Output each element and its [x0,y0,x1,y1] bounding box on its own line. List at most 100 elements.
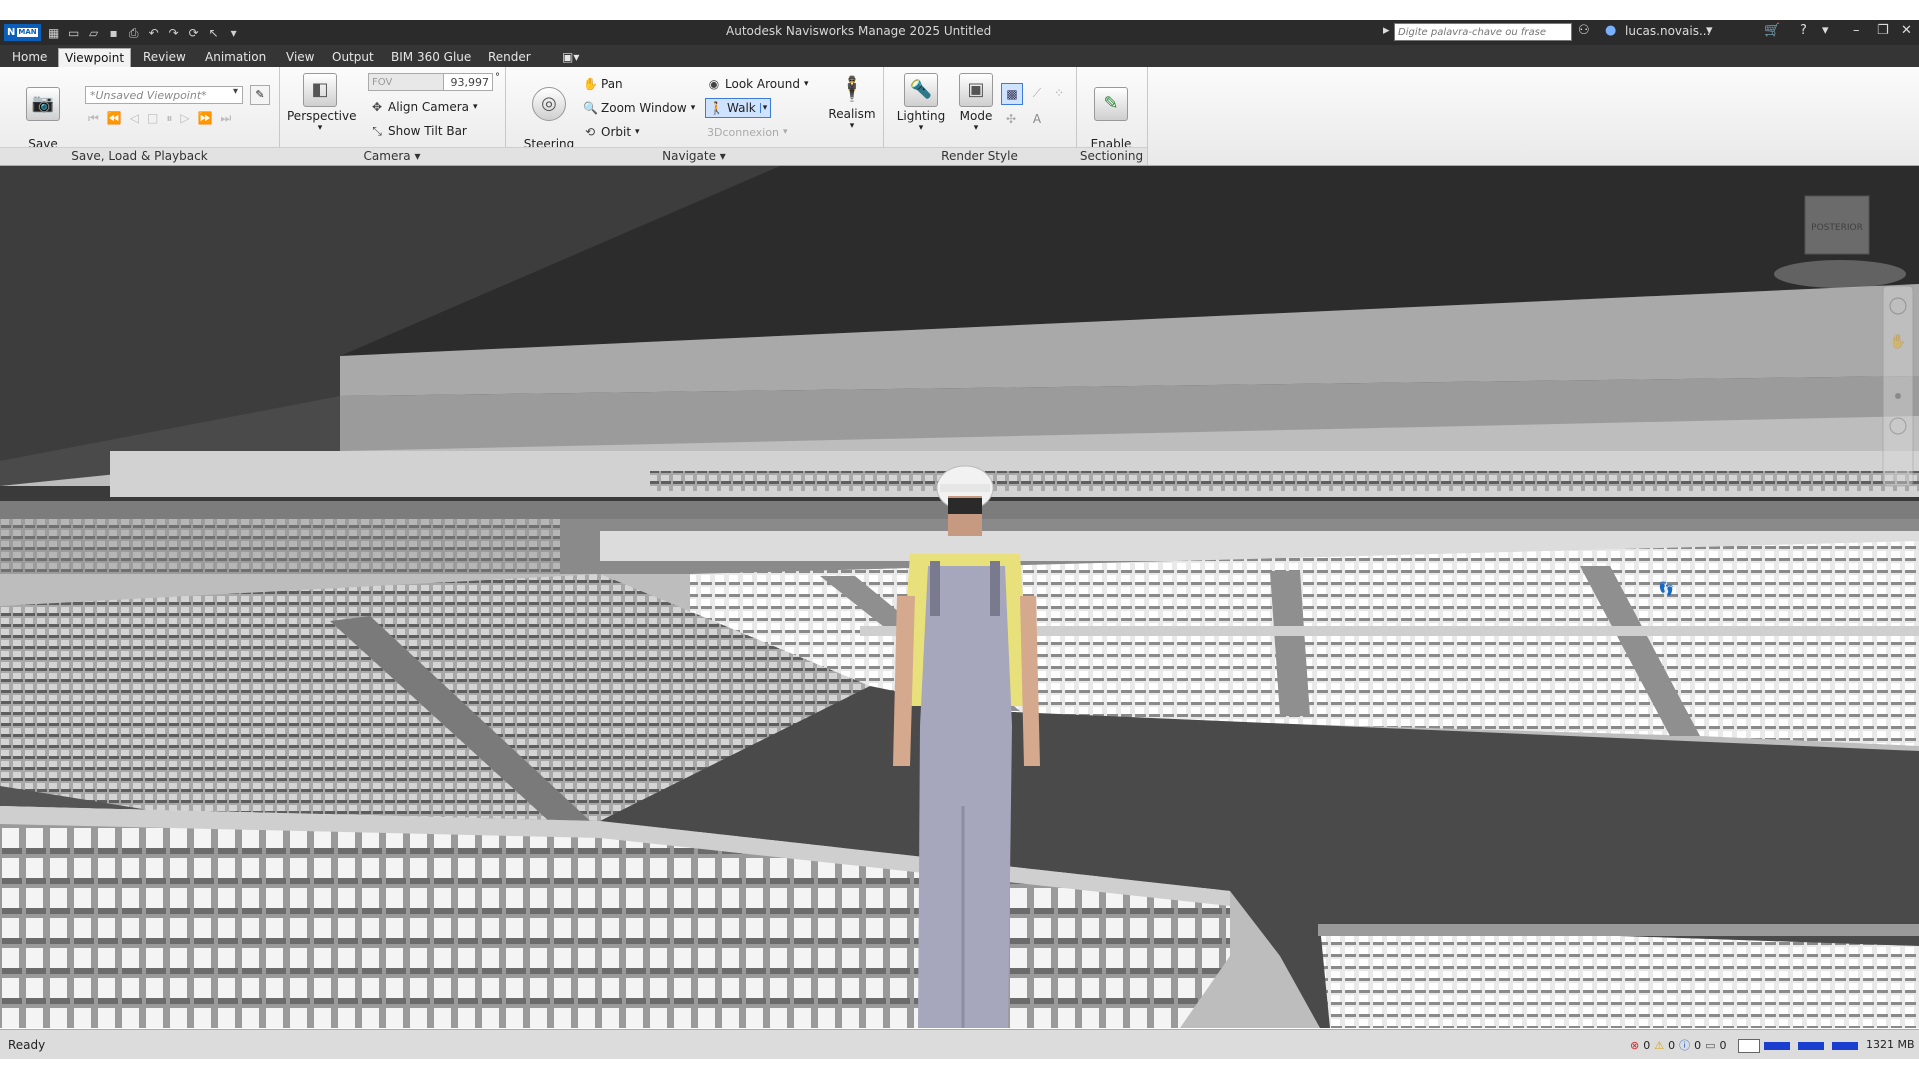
perspective-dropdown-icon[interactable]: ▾ [287,123,353,133]
tab-home[interactable]: Home [6,48,53,67]
show-tilt-bar-label: Show Tilt Bar [388,124,467,138]
snap-points-toggle-icon[interactable]: ✣ [1001,109,1021,129]
close-icon[interactable]: ✕ [1901,23,1912,38]
suite-windows-left [0,519,560,574]
walk-dropdown-icon[interactable]: ▾ [759,103,767,113]
align-camera-dropdown-icon[interactable]: ▾ [473,102,478,112]
points-toggle-icon[interactable]: ⁘ [1049,83,1069,103]
3dconnexion-button[interactable]: 3Dconnexion ▾ [707,122,788,142]
notes-count: 0 [1719,1038,1727,1052]
print-icon[interactable]: ⎙ [127,26,141,40]
user-name[interactable]: lucas.novais... [1625,24,1710,38]
realism-button[interactable]: 🕴 Realism ▾ [823,73,881,131]
search-expand-icon[interactable]: ▸ [1383,23,1390,38]
step-forward-icon[interactable]: ⏩ [198,111,213,126]
ribbon-tab-bar: Home Viewpoint Review Animation View Out… [0,45,1919,68]
sheet-browser-icon[interactable] [1738,1039,1760,1053]
viewpoint-dropdown-icon[interactable]: ▾ [233,86,238,97]
notes-icon[interactable]: ▭ [1705,1039,1715,1052]
help-icon[interactable]: ? [1800,23,1807,38]
tab-review[interactable]: Review [137,48,192,67]
binoculars-icon[interactable]: ⚇ [1578,23,1590,38]
tab-bim360-glue[interactable]: BIM 360 Glue [385,48,477,67]
realism-dropdown-icon[interactable]: ▾ [823,121,881,131]
stop-icon[interactable]: □ [147,111,158,126]
tab-viewpoint[interactable]: Viewpoint [58,48,132,68]
panel-title-text: Render Style [941,149,1018,163]
3dconnexion-label: 3Dconnexion [707,125,780,139]
save-icon[interactable]: ▪ [107,26,121,40]
play-reverse-icon[interactable]: ◁ [130,111,139,126]
3dconnexion-dropdown-icon[interactable]: ▾ [783,127,788,137]
zoom-window-button[interactable]: 🔍 Zoom Window ▾ [583,98,695,118]
orbit-dropdown-icon[interactable]: ▾ [635,127,640,137]
undo-icon[interactable]: ↶ [147,26,161,40]
status-bar: Ready ⊗ 0 ⚠ 0 ⓘ 0 ▭ 0 1321 MB [0,1029,1919,1060]
open-folder-icon[interactable]: ▱ [87,26,101,40]
mode-button[interactable]: ▣ Mode ▾ [953,73,999,133]
look-around-icon: ◉ [708,77,720,91]
orbit-button[interactable]: ⟲ Orbit ▾ [583,122,640,142]
user-icon: ● [1605,23,1617,38]
show-tilt-bar-button[interactable]: ⤡ Show Tilt Bar [370,121,467,141]
user-dropdown-icon[interactable]: ▾ [1706,23,1713,38]
mode-dropdown-icon[interactable]: ▾ [953,123,999,133]
restore-icon[interactable]: ❐ [1877,23,1889,38]
panel-render-style: 🔦 Lighting ▾ ▣ Mode ▾ ▩ ⟋ ⁘ ✣ A Render S… [883,67,1077,165]
redo-icon[interactable]: ↷ [167,26,181,40]
panel-title-camera[interactable]: Camera ▾ [279,147,505,165]
zoom-window-label: Zoom Window [601,101,687,115]
edit-viewpoint-icon[interactable]: ✎ [250,85,270,105]
status-text: Ready [8,1038,46,1052]
lighting-dropdown-icon[interactable]: ▾ [893,123,949,133]
grid-icon[interactable]: ▦ [47,26,61,40]
align-camera-button[interactable]: ✥ Align Camera ▾ [370,97,478,117]
navigation-bar: ✋ [1882,285,1914,487]
select-arrow-icon[interactable]: ↖ [207,26,221,40]
panel-title-sectioning: Sectioning [1076,147,1147,165]
viewpoint-combo[interactable]: *Unsaved Viewpoint* [85,86,243,104]
info-icon[interactable]: ⓘ [1679,1037,1690,1053]
first-frame-icon[interactable]: ⏮ [88,111,99,126]
perspective-button[interactable]: ◧ Perspective ▾ [287,73,357,133]
lines-toggle-icon[interactable]: ⟋ [1027,83,1047,103]
walk-icon: 🚶 [709,101,724,115]
new-file-icon[interactable]: ▭ [67,26,81,40]
bottom-margin [0,1059,1919,1079]
camera-toggle-icon[interactable]: ▣▾ [556,48,585,67]
help-dropdown-icon[interactable]: ▾ [1822,23,1829,38]
tab-animation[interactable]: Animation [199,48,272,67]
warning-icon[interactable]: ⚠ [1654,1039,1664,1052]
pan-button[interactable]: ✋ Pan [583,74,623,94]
fov-value-input[interactable]: 93,997 [443,73,493,91]
customize-qat-icon[interactable]: ▾ [227,26,241,40]
surfaces-toggle-icon[interactable]: ▩ [1001,83,1023,105]
tab-render[interactable]: Render [482,48,537,67]
refresh-icon[interactable]: ⟳ [187,26,201,40]
walk-button[interactable]: 🚶 Walk ▾ [705,98,772,118]
text-toggle-icon[interactable]: A [1027,109,1047,129]
search-input[interactable] [1394,23,1572,41]
play-icon[interactable]: ▷ [180,111,189,126]
step-back-icon[interactable]: ⏪ [107,111,122,126]
worker-overalls [918,566,1012,1028]
application-menu-button[interactable]: N MAN [4,24,41,41]
last-frame-icon[interactable]: ⏭ [221,111,232,126]
panel-title-navigate[interactable]: Navigate ▾ [505,147,883,165]
pause-icon[interactable]: ⏸ [166,111,172,126]
zoom-dropdown-icon[interactable]: ▾ [691,103,696,113]
panel-title-text: Camera [363,149,411,163]
look-around-dropdown-icon[interactable]: ▾ [804,79,809,89]
3d-viewport[interactable]: POSTERIOR ✋ 👣 [0,166,1919,1028]
quick-access-toolbar: N MAN ▦ ▭ ▱ ▪ ⎙ ↶ ↷ ⟳ ↖ ▾ [4,23,241,42]
tab-output[interactable]: Output [326,48,380,67]
lighting-button[interactable]: 🔦 Lighting ▾ [893,73,949,133]
error-icon[interactable]: ⊗ [1630,1039,1639,1052]
tab-view[interactable]: View [280,48,320,67]
minimize-icon[interactable]: – [1853,23,1860,38]
look-around-button[interactable]: ◉ Look Around ▾ [707,74,809,94]
svg-text:✋: ✋ [1889,333,1906,350]
panel-camera: ◧ Perspective ▾ FOV 93,997 ° ✥ Align Cam… [279,67,506,165]
memory-usage: 1321 MB [1866,1038,1915,1051]
cart-icon[interactable]: 🛒 [1764,23,1780,38]
